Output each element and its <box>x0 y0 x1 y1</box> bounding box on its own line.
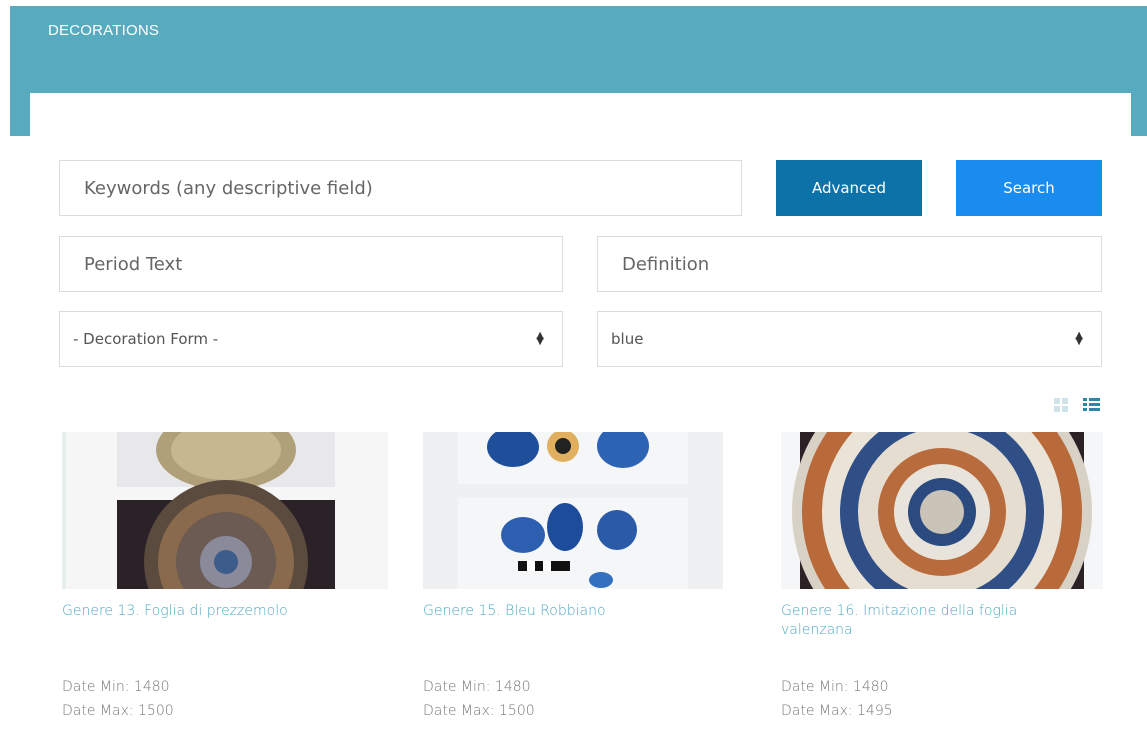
result-title-3[interactable]: Genere 16. Imitazione della foglia valen… <box>781 602 1081 640</box>
select-caret-icon: ▲ ▼ <box>1075 330 1083 347</box>
decorated-plate-image <box>792 432 1092 589</box>
search-button[interactable]: Search <box>956 160 1102 216</box>
period-text-input[interactable] <box>84 237 562 291</box>
keywords-field[interactable] <box>59 160 742 216</box>
color-select[interactable]: blue ▲ ▼ <box>597 311 1102 367</box>
decoration-form-value: - Decoration Form - <box>73 330 219 348</box>
decoration-form-select[interactable]: - Decoration Form - ▲ ▼ <box>59 311 563 367</box>
color-select-value: blue <box>611 330 644 348</box>
result-title-2[interactable]: Genere 15. Bleu Robbiano <box>423 602 723 621</box>
definition-input[interactable] <box>622 237 1101 291</box>
result-image-2[interactable] <box>423 432 723 589</box>
result-date-min-1: Date Min: 1480 <box>62 679 170 695</box>
list-view-icon[interactable] <box>1083 398 1100 411</box>
result-image-3[interactable] <box>781 432 1103 589</box>
result-title-1[interactable]: Genere 13. Foglia di prezzemolo <box>62 602 362 621</box>
result-date-min-2: Date Min: 1480 <box>423 679 531 695</box>
result-date-min-3: Date Min: 1480 <box>781 679 889 695</box>
period-text-field[interactable] <box>59 236 563 292</box>
ceramic-plate-image <box>62 432 335 589</box>
result-date-max-3: Date Max: 1495 <box>781 703 893 719</box>
advanced-button[interactable]: Advanced <box>776 160 922 216</box>
ceramic-fragments-image <box>458 432 688 589</box>
result-date-max-1: Date Max: 1500 <box>62 703 174 719</box>
result-image-1[interactable] <box>62 432 388 589</box>
definition-field[interactable] <box>597 236 1102 292</box>
grid-view-icon[interactable] <box>1054 398 1068 412</box>
select-caret-icon: ▲ ▼ <box>536 330 544 347</box>
page-title: DECORATIONS <box>48 22 160 39</box>
keywords-input[interactable] <box>84 161 741 215</box>
result-date-max-2: Date Max: 1500 <box>423 703 535 719</box>
